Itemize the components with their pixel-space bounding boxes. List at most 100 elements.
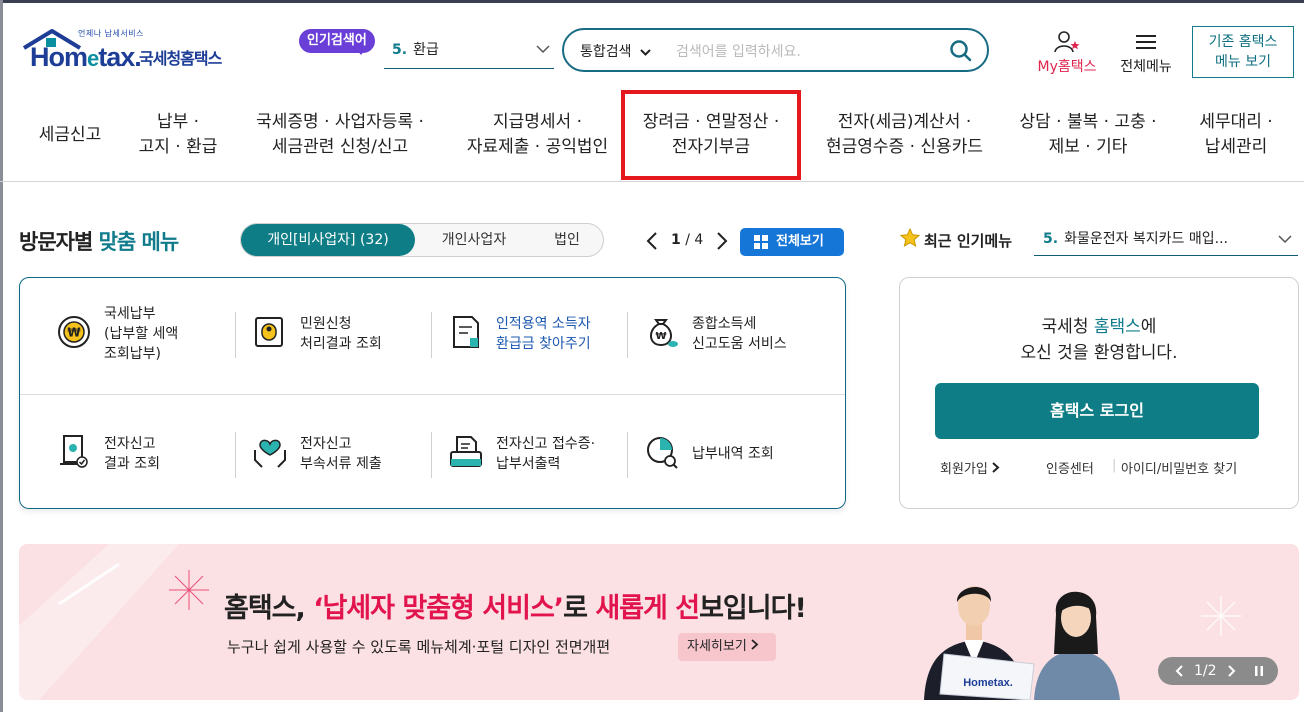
chevron-right-icon[interactable] — [1228, 665, 1236, 677]
all-menu-button[interactable]: 전체메뉴 — [1115, 30, 1177, 76]
money-bag-icon: ₩ — [650, 319, 678, 347]
banner-page-indicator: 1/2 — [1194, 663, 1217, 679]
menu-item-attachment[interactable]: 전자신고 부속서류 제출 — [252, 434, 432, 494]
nav-tax-agent[interactable]: 세무대리 · 납세관리 — [1186, 90, 1286, 180]
banner-headline: 홈택스, ‘납세자 맞춤형 서비스’로 새롭게 선보입니다! — [224, 593, 807, 624]
recent-rank: 5. — [1043, 231, 1059, 247]
menu-item-e-filing-result[interactable]: 전자신고 결과 조회 — [56, 434, 236, 494]
chevron-right-icon[interactable] — [716, 232, 728, 250]
chevron-down-icon — [536, 45, 550, 54]
search-scope-select[interactable]: 통합검색 — [580, 41, 651, 61]
full-view-label: 전체보기 — [776, 234, 824, 249]
chevron-left-icon[interactable] — [1175, 665, 1183, 677]
divider: | — [1112, 458, 1117, 473]
menu-item-label: 전자신고 부속서류 제출 — [300, 436, 382, 472]
chevron-left-icon[interactable] — [646, 232, 658, 250]
find-id-password-link[interactable]: 아이디/비밀번호 찾기 — [1121, 458, 1237, 477]
visitor-tabs: 개인[비사업자] (32) 개인사업자 법인 — [240, 223, 604, 257]
menu-item-label: 민원신청 처리결과 조회 — [300, 316, 382, 352]
logo-tagline: 언제나 납세서비스 — [78, 29, 144, 38]
pager-text: 1 / 4 — [671, 232, 704, 248]
hamburger-menu-icon — [1136, 35, 1156, 49]
heart-hands-icon — [254, 439, 286, 468]
visitor-menu-title: 방문자별 맞춤 메뉴 — [19, 230, 179, 254]
menu-item-receipt-print[interactable]: 전자신고 접수증· 납부서출력 — [448, 434, 628, 494]
tab-individual-nonbusiness[interactable]: 개인[비사업자] (32) — [241, 224, 415, 256]
decorative-stripes — [19, 544, 179, 700]
sparkle-icon — [1201, 596, 1241, 636]
menu-item-label: 납부내역 조회 — [692, 446, 774, 462]
banner-subtitle: 누구나 쉽게 사용할 수 있도록 메뉴체계·포털 디자인 전면개편 — [227, 638, 611, 656]
menu-item-label: 국세납부 (납부할 세액 조회납부) — [104, 306, 179, 362]
banner-detail-button[interactable]: 자세히보기 — [678, 633, 776, 661]
nav-payment[interactable]: 납부 · 고지 · 환급 — [128, 90, 228, 180]
chevron-right-icon — [751, 639, 759, 650]
visitor-menu-panel: ₩ 국세납부 (납부할 세액 조회납부) 민원신청 처리결과 조회 인적용역 소… — [19, 277, 846, 509]
nav-tax-filing[interactable]: 세금신고 — [28, 90, 112, 180]
e-filing-result-icon — [60, 435, 88, 468]
old-menu-button[interactable]: 기존 홈택스 메뉴 보기 — [1192, 26, 1294, 78]
logo-korean-name: 국세청홈택스 — [139, 49, 222, 68]
old-menu-label-1: 기존 홈택스 — [1208, 34, 1278, 50]
login-button[interactable]: 홈택스 로그인 — [935, 383, 1259, 439]
recent-popular-label: 최근 인기메뉴 — [924, 232, 1013, 250]
star-icon — [900, 228, 920, 248]
popular-term: 환급 — [413, 42, 439, 58]
chevron-down-icon — [639, 49, 651, 56]
sparkle-icon — [169, 570, 209, 610]
menu-item-label: 전자신고 접수증· 납부서출력 — [496, 436, 596, 472]
pie-chart-search-icon — [647, 437, 678, 469]
civil-petition-icon — [255, 317, 283, 347]
search-icon[interactable] — [949, 39, 973, 63]
nav-e-invoice[interactable]: 전자(세금)계산서 · 현금영수증 · 신용카드 — [812, 90, 997, 180]
menu-item-label: 전자신고 결과 조회 — [104, 436, 160, 472]
old-menu-label-2: 메뉴 보기 — [1215, 54, 1271, 70]
nav-certificates[interactable]: 국세증명 · 사업자등록 · 세금관련 신청/신고 — [240, 90, 440, 180]
people-illustration: Hometax. — [924, 586, 1120, 700]
divider — [20, 394, 845, 395]
hometax-logo[interactable]: 언제나 납세서비스 Hometax. 국세청홈택스 — [22, 26, 237, 76]
login-panel: 국세청 홈택스에 오신 것을 환영합니다. 홈택스 로그인 회원가입 인증센터 … — [899, 277, 1299, 509]
banner-pager: 1/2 — [1158, 657, 1278, 685]
my-hometax-label: My홈택스 — [1037, 59, 1097, 75]
popular-search-dropdown[interactable]: 5. 환급 — [384, 36, 554, 69]
refund-document-icon — [453, 316, 479, 348]
chevron-down-icon — [1278, 235, 1292, 244]
recent-popular-dropdown[interactable]: 5. 화물운전자 복지카드 매입... — [1034, 226, 1298, 256]
menu-item-label: 인적용역 소득자 환급금 찾아주기 — [496, 316, 591, 352]
pause-icon[interactable] — [1254, 665, 1264, 677]
chevron-right-icon — [992, 462, 1000, 473]
tax-payment-icon: ₩ — [58, 316, 90, 348]
menu-item-label: 종합소득세 신고도움 서비스 — [692, 316, 787, 352]
welcome-text: 국세청 홈택스에 오신 것을 환영합니다. — [1020, 317, 1178, 363]
svg-text:₩: ₩ — [67, 326, 81, 340]
menu-item-civil-petition[interactable]: 민원신청 처리결과 조회 — [252, 314, 432, 374]
menu-item-refund[interactable]: 인적용역 소득자 환급금 찾아주기 — [448, 314, 628, 374]
menu-item-income-tax[interactable]: ₩ 종합소득세 신고도움 서비스 — [644, 314, 824, 374]
main-navigation: 세금신고 납부 · 고지 · 환급 국세증명 · 사업자등록 · 세금관련 신청… — [0, 90, 1304, 182]
promo-banner[interactable]: 홈택스, ‘납세자 맞춤형 서비스’로 새롭게 선보입니다! 누구나 쉽게 사용… — [19, 544, 1299, 700]
popular-rank: 5. — [392, 42, 408, 58]
nav-payment-statements[interactable]: 지급명세서 · 자료제출 · 공익법인 — [455, 90, 620, 180]
menu-item-tax-payment[interactable]: ₩ 국세납부 (납부할 세액 조회납부) — [56, 304, 236, 364]
svg-text:₩: ₩ — [655, 331, 666, 342]
menu-item-payment-history[interactable]: 납부내역 조회 — [644, 437, 824, 504]
full-view-button[interactable]: 전체보기 — [740, 228, 844, 256]
grid-icon — [754, 235, 768, 249]
popular-search-badge: 인기검색어 — [299, 29, 375, 55]
logo-wordmark: Hometax. — [30, 42, 142, 72]
window-top-border — [0, 0, 1304, 3]
recent-term: 화물운전자 복지카드 매입... — [1064, 231, 1228, 247]
tab-corporation[interactable]: 법인 — [531, 224, 603, 256]
all-menu-label: 전체메뉴 — [1120, 59, 1172, 75]
nav-incentive-year-end[interactable]: 장려금 · 연말정산 · 전자기부금 — [621, 90, 801, 180]
tab-individual-business[interactable]: 개인사업자 — [419, 224, 529, 256]
search-input[interactable]: 검색어를 입력하세요. — [676, 41, 801, 61]
my-hometax-button[interactable]: My홈택스 — [1032, 30, 1102, 76]
search-box[interactable]: 통합검색 검색어를 입력하세요. — [562, 28, 989, 72]
join-link[interactable]: 회원가입 — [940, 458, 1000, 477]
cert-center-link[interactable]: 인증센터 — [1046, 458, 1094, 477]
laptop-logo-text: Hometax. — [963, 677, 1013, 689]
user-star-icon — [1054, 31, 1080, 53]
nav-consulting[interactable]: 상담 · 불복 · 고충 · 제보 · 기타 — [1008, 90, 1168, 180]
